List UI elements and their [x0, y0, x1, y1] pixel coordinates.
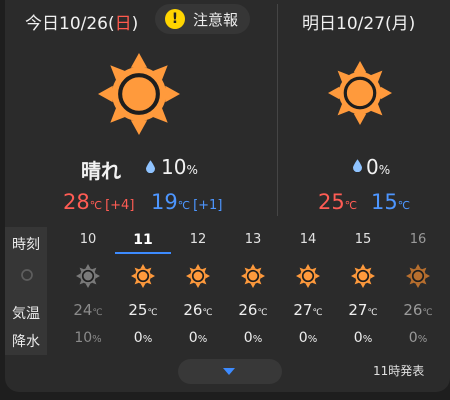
- hour-temp-value: 26: [403, 301, 423, 319]
- tomorrow-low: 15℃: [371, 190, 410, 214]
- hour-precip-value: 0: [353, 330, 363, 346]
- today-low-value: 19: [151, 190, 178, 214]
- today-low: 19℃ [+1]: [151, 190, 222, 214]
- hour-temp-unit: ℃: [367, 308, 378, 318]
- hour-label: 14: [299, 232, 317, 247]
- raindrop-icon: [146, 160, 155, 173]
- hour-temp-unit: ℃: [312, 308, 323, 318]
- current-hour-indicator: [115, 252, 171, 254]
- hour-precip-value: 10: [74, 330, 93, 346]
- hour-temp-unit: ℃: [257, 308, 268, 318]
- hour-temp-unit: ℃: [202, 308, 213, 318]
- sunny-icon: [296, 264, 320, 288]
- hour-temp: 27℃: [337, 301, 389, 319]
- hour-precip-unit: %: [362, 334, 373, 345]
- tomorrow-low-value: 15: [371, 190, 398, 214]
- tomorrow-precip: 0%: [366, 155, 390, 179]
- tomorrow-precip-value: 0: [366, 155, 379, 179]
- today-high: 28℃ [+4]: [63, 190, 134, 214]
- hour-precip: 0%: [337, 330, 389, 346]
- today-precip-value: 10: [161, 155, 187, 179]
- chevron-down-icon: [223, 368, 235, 375]
- today-title: 今日10/26(日): [25, 9, 138, 34]
- hour-precip-value: 0: [298, 330, 308, 346]
- hour-precip-value: 0: [243, 330, 253, 346]
- warning-icon: !: [165, 9, 185, 29]
- raindrop-icon: [353, 159, 362, 172]
- forecast-card: 今日10/26(日) ! 注意報 明日10/27(月) 晴れ 10% 0% 28…: [5, 0, 450, 392]
- sunny-icon: [328, 61, 392, 125]
- advisory-button[interactable]: ! 注意報: [155, 4, 250, 34]
- today-high-unit: ℃: [89, 199, 103, 212]
- today-high-diff: [+4]: [105, 198, 135, 213]
- sunny-icon: [406, 264, 430, 288]
- day-divider: [277, 4, 278, 216]
- hour-temp-value: 26: [183, 301, 203, 319]
- today-low-unit: ℃: [177, 199, 191, 212]
- hour-label: 15: [354, 232, 372, 247]
- hour-label: 13: [244, 232, 262, 247]
- sunny-icon: [351, 264, 375, 288]
- hour-precip: 0%: [227, 330, 279, 346]
- sunny-icon: [98, 53, 180, 135]
- hour-label: 16: [409, 232, 427, 247]
- hour-temp-value: 25: [128, 301, 148, 319]
- hour-precip-value: 0: [408, 330, 418, 346]
- sunny-icon: [131, 264, 155, 288]
- hour-precip: 0%: [117, 330, 169, 346]
- tomorrow-high: 25℃: [318, 190, 357, 214]
- today-date: 今日10/26(: [25, 14, 115, 34]
- hour-temp-unit: ℃: [92, 308, 103, 318]
- sunny-icon: [76, 264, 100, 288]
- tomorrow-precip-unit: %: [378, 163, 391, 177]
- today-date-close: ): [131, 14, 139, 34]
- expand-button[interactable]: [178, 359, 282, 384]
- hour-temp: 27℃: [282, 301, 334, 319]
- hourly-forecast[interactable]: 10 24℃ 10% 11 25℃ 0% 12 26℃ 0% 13 26℃ 0% 14 27℃ 0% 15 27…: [5, 227, 450, 357]
- today-high-value: 28: [63, 190, 90, 214]
- today-precip-unit: %: [186, 163, 198, 177]
- hour-temp: 26℃: [172, 301, 224, 319]
- hour-precip-unit: %: [307, 334, 318, 345]
- today-header: 今日10/26(日) ! 注意報: [5, 0, 250, 38]
- tomorrow-high-unit: ℃: [344, 199, 358, 212]
- hour-label: 12: [189, 232, 207, 247]
- advisory-label: 注意報: [193, 11, 239, 29]
- hour-precip-value: 0: [133, 330, 143, 346]
- hour-temp-value: 27: [348, 301, 368, 319]
- hour-temp: 26℃: [392, 301, 444, 319]
- hour-label: 10: [79, 232, 97, 247]
- sunny-icon: [186, 264, 210, 288]
- hour-temp-unit: ℃: [422, 308, 433, 318]
- hour-temp-unit: ℃: [147, 308, 158, 318]
- today-day-of-week: 日: [114, 14, 132, 34]
- hour-precip-unit: %: [252, 334, 263, 345]
- issued-time: 11時発表: [373, 364, 425, 378]
- today-condition: 晴れ: [81, 159, 121, 183]
- hour-temp: 26℃: [227, 301, 279, 319]
- today-low-diff: [+1]: [193, 198, 223, 213]
- hour-precip-unit: %: [197, 334, 208, 345]
- hour-precip: 10%: [62, 330, 114, 346]
- hour-temp-value: 24: [73, 301, 93, 319]
- hour-precip-unit: %: [92, 334, 102, 345]
- hour-temp-value: 27: [293, 301, 313, 319]
- today-precip: 10%: [161, 155, 198, 179]
- hour-precip: 0%: [172, 330, 224, 346]
- hour-temp: 25℃: [117, 301, 169, 319]
- tomorrow-low-unit: ℃: [397, 199, 411, 212]
- sunny-icon: [241, 264, 265, 288]
- hour-precip-unit: %: [142, 334, 153, 345]
- hour-precip: 0%: [392, 330, 444, 346]
- hour-precip: 0%: [282, 330, 334, 346]
- hour-temp: 24℃: [62, 301, 114, 319]
- tomorrow-title: 明日10/27(月): [302, 14, 416, 34]
- hour-temp-value: 26: [238, 301, 258, 319]
- tomorrow-high-value: 25: [318, 190, 345, 214]
- hour-label: 11: [133, 232, 153, 248]
- hour-precip-unit: %: [417, 334, 428, 345]
- hour-precip-value: 0: [188, 330, 198, 346]
